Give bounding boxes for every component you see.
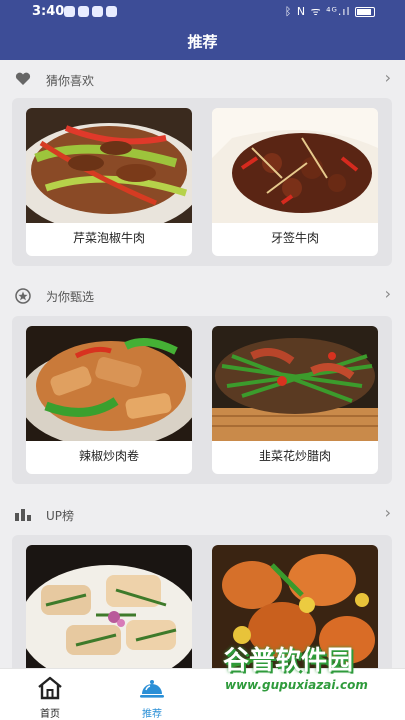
chevron-right-icon[interactable]: › <box>385 284 391 303</box>
chevron-right-icon[interactable]: › <box>385 68 391 87</box>
recipe-name: 辣椒炒肉卷 <box>78 449 139 463</box>
recipe-card[interactable] <box>26 545 192 668</box>
star-badge-icon <box>14 288 32 304</box>
nav-bar: 推荐 <box>0 24 405 60</box>
status-time: 3:40 <box>32 4 65 19</box>
cloche-icon <box>140 680 164 698</box>
recipe-name: 牙签牛肉 <box>270 231 319 245</box>
scroll-content[interactable]: 猜你喜欢 › 芹菜泡椒牛肉 牙签牛肉 为你甄选 › 辣椒炒肉卷 韭菜花炒腊肉 U… <box>0 60 405 668</box>
notification-icons <box>64 6 117 17</box>
recipe-card[interactable]: 韭菜花炒腊肉 <box>212 326 378 474</box>
section-panel-guess: 芹菜泡椒牛肉 牙签牛肉 <box>12 98 392 266</box>
section-panel-selected: 辣椒炒肉卷 韭菜花炒腊肉 <box>12 316 392 484</box>
recipe-card[interactable] <box>212 545 378 668</box>
section-title: 猜你喜欢 <box>46 74 95 88</box>
battery-icon <box>355 7 375 17</box>
tab-recommend[interactable]: 推荐 <box>112 673 192 720</box>
home-icon <box>38 676 62 700</box>
recipe-photo <box>26 545 192 668</box>
recipe-photo <box>26 108 192 223</box>
section-title: UP榜 <box>46 509 75 523</box>
recipe-photo <box>212 326 378 441</box>
heart-icon <box>14 72 32 88</box>
bottom-tab-bar: 首页 推荐 <box>0 668 405 720</box>
status-bar: 3:40 ᛒ N ᯤ ⁴ᴳ.ıl <box>0 0 405 24</box>
system-status-text: ᛒ N ᯤ ⁴ᴳ.ıl <box>284 5 351 18</box>
section-header-guess[interactable]: 猜你喜欢 › <box>0 62 405 98</box>
tab-label: 推荐 <box>142 709 162 720</box>
section-header-up[interactable]: UP榜 › <box>0 497 405 533</box>
recipe-card[interactable]: 芹菜泡椒牛肉 <box>26 108 192 256</box>
recipe-name: 韭菜花炒腊肉 <box>258 449 331 463</box>
recipe-card[interactable]: 辣椒炒肉卷 <box>26 326 192 474</box>
recipe-photo <box>26 326 192 441</box>
page-title: 推荐 <box>187 33 218 51</box>
recipe-card[interactable]: 牙签牛肉 <box>212 108 378 256</box>
system-status: ᛒ N ᯤ ⁴ᴳ.ıl <box>285 4 375 19</box>
recipe-photo <box>212 108 378 223</box>
chevron-right-icon[interactable]: › <box>385 503 391 522</box>
recipe-name: 芹菜泡椒牛肉 <box>72 231 145 245</box>
section-title: 为你甄选 <box>46 290 95 304</box>
recipe-photo <box>212 545 378 668</box>
tab-label: 首页 <box>40 709 60 720</box>
bar-chart-icon <box>14 507 32 523</box>
section-panel-up <box>12 535 392 668</box>
section-header-selected[interactable]: 为你甄选 › <box>0 278 405 314</box>
tab-home[interactable]: 首页 <box>10 673 90 720</box>
